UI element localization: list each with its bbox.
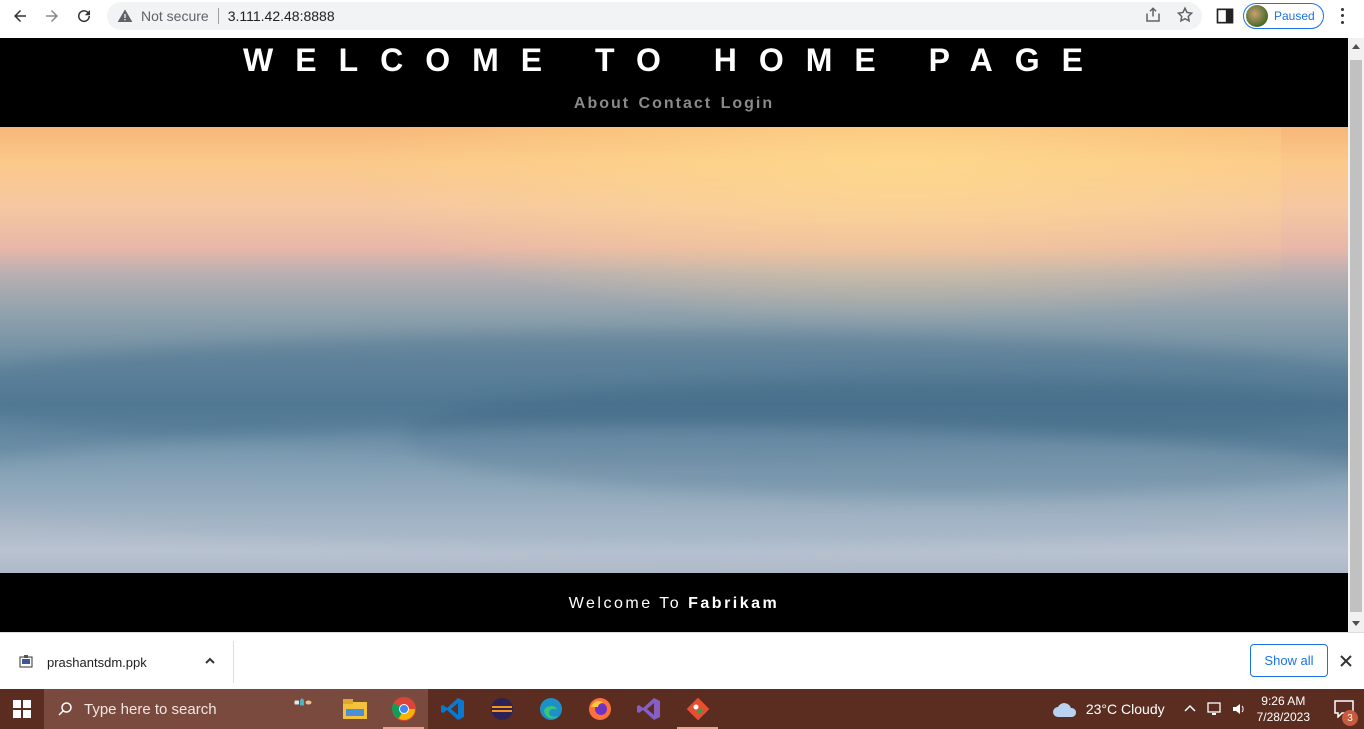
footer-brand: Fabrikam [688,595,780,612]
search-icon [58,702,72,716]
download-bar: prashantsdm.ppk Show all [0,632,1364,689]
site-nav: About Contact Login [0,95,1348,113]
address-bar[interactable]: Not secure 3.111.42.48:8888 [107,2,1202,30]
ppk-file-icon [19,655,33,668]
windows-logo-icon [13,700,31,718]
download-file-name[interactable]: prashantsdm.ppk [47,655,147,670]
url-text[interactable]: 3.111.42.48:8888 [228,8,335,24]
chrome-icon[interactable] [379,689,428,729]
forward-button[interactable] [36,0,68,32]
forward-arrow-icon [46,10,58,22]
show-all-button[interactable]: Show all [1250,644,1328,677]
clock-time: 9:26 AM [1261,694,1306,708]
vscode-icon[interactable] [428,689,477,729]
git-gui-icon[interactable] [673,689,722,729]
clock-date: 7/28/2023 [1256,710,1310,724]
volume-icon[interactable] [1231,701,1247,717]
chevron-up-icon[interactable] [1183,702,1197,716]
search-highlight-icon [294,693,322,711]
site-header: WELCOME TO HOME PAGE About Contact Login [0,38,1348,127]
profile-button[interactable]: Paused [1243,3,1324,29]
share-icon[interactable] [1144,6,1162,24]
reload-button[interactable] [68,0,100,32]
start-button[interactable] [0,689,44,729]
nav-link-about[interactable]: About [574,95,630,112]
close-icon[interactable] [1338,653,1354,669]
eclipse-icon[interactable] [477,689,526,729]
side-panel-icon[interactable] [1215,6,1235,26]
page-viewport: WELCOME TO HOME PAGE About Contact Login… [0,38,1348,632]
footer-welcome-text: Welcome To [568,595,682,612]
nav-link-login[interactable]: Login [721,95,775,112]
weather-widget[interactable]: 23°C Cloudy [1052,700,1165,718]
system-tray: 23°C Cloudy 9:26 AM 7/28/2023 3 [1052,689,1364,729]
edge-icon[interactable] [526,689,575,729]
search-placeholder: Type here to search [84,700,217,718]
back-button[interactable] [4,0,36,32]
windows-taskbar: Type here to search 23°C Cloudy 9:26 AM … [0,689,1364,729]
browser-toolbar: Not secure 3.111.42.48:8888 Paused [0,0,1364,33]
scrollbar-thumb[interactable] [1350,60,1362,612]
firefox-icon[interactable] [575,689,624,729]
browser-menu-icon[interactable] [1334,6,1350,26]
scroll-down-icon[interactable] [1352,621,1360,626]
cloud-icon [1052,703,1076,717]
profile-status: Paused [1274,9,1315,23]
notification-badge: 3 [1342,710,1358,726]
reload-icon [78,10,91,23]
download-item[interactable]: prashantsdm.ppk [0,641,234,683]
taskbar-clock[interactable]: 9:26 AM 7/28/2023 [1257,693,1310,725]
taskbar-search[interactable]: Type here to search [44,689,330,729]
weather-text: 23°C Cloudy [1085,701,1165,717]
address-separator [217,8,219,24]
nav-link-contact[interactable]: Contact [639,95,713,112]
bookmark-star-icon[interactable] [1176,6,1194,24]
page-heading: WELCOME TO HOME PAGE [243,42,1105,78]
site-footer: Welcome To Fabrikam [0,573,1348,632]
back-arrow-icon [14,10,26,22]
warning-icon[interactable] [117,8,133,24]
hero-image [0,127,1348,573]
scroll-up-icon[interactable] [1352,44,1360,49]
visual-studio-icon[interactable] [624,689,673,729]
security-label[interactable]: Not secure [141,8,209,24]
avatar [1246,5,1268,27]
notifications-button[interactable]: 3 [1324,700,1364,726]
vertical-scrollbar[interactable] [1348,38,1364,632]
file-explorer-icon[interactable] [330,689,379,729]
chevron-up-icon[interactable] [203,654,217,668]
network-icon[interactable] [1206,701,1225,717]
